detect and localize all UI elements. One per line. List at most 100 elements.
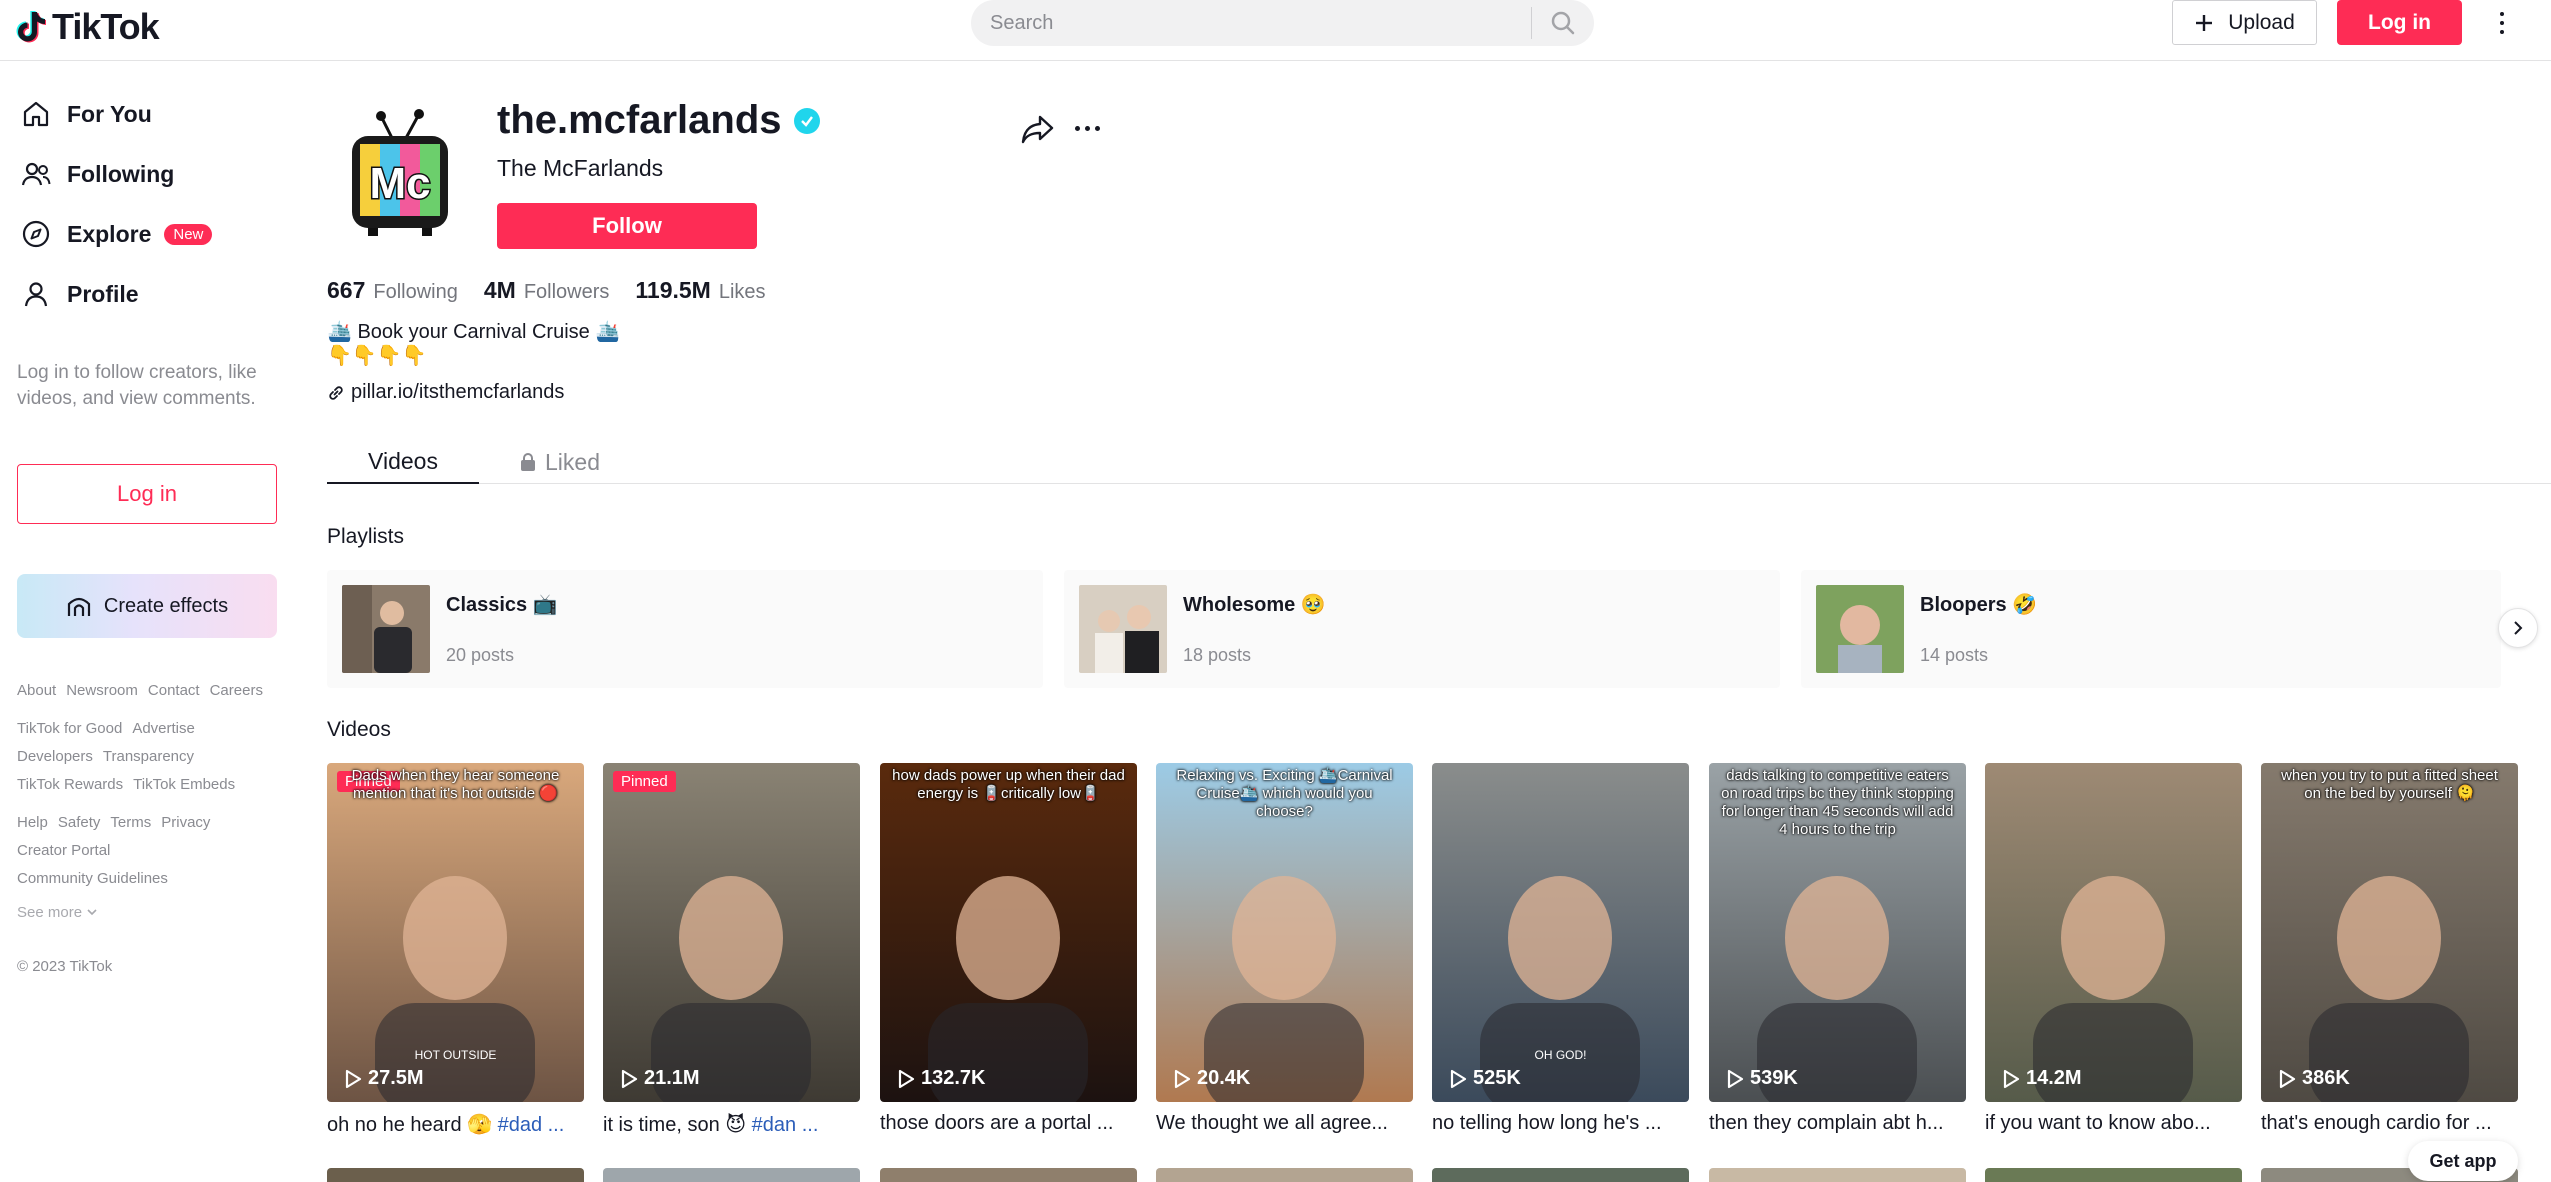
create-effects-button[interactable]: Create effects <box>17 574 277 638</box>
video-caption[interactable]: it is time, son 😈 #dan ... <box>603 1112 860 1137</box>
video-caption[interactable]: We thought we all agree... <box>1156 1112 1413 1135</box>
footer-link[interactable]: TikTok for Good <box>17 720 122 737</box>
tab-liked[interactable]: Liked <box>519 440 600 484</box>
sidebar: For You Following Explore New Profile Lo… <box>0 62 300 1180</box>
video-thumbnail[interactable]: Pinned Dads when they hear someone mentio… <box>327 763 584 1102</box>
more-menu-icon[interactable] <box>2490 8 2514 38</box>
bio-line: 👇👇👇👇 <box>327 345 427 367</box>
video-thumbnail[interactable]: Pinned 21.1M <box>603 763 860 1102</box>
hashtag-link[interactable]: #dan ... <box>752 1114 819 1136</box>
footer-link[interactable]: About <box>17 682 56 699</box>
view-count: 21.1M <box>620 1067 700 1090</box>
upload-button[interactable]: Upload <box>2172 0 2317 45</box>
playlist-next-button[interactable] <box>2498 608 2538 648</box>
tiktok-note-icon <box>16 11 46 43</box>
follow-button[interactable]: Follow <box>497 203 757 249</box>
hashtag-link[interactable]: #dad ... <box>498 1114 565 1136</box>
caption-text: oh no he heard 🫣 <box>327 1114 498 1136</box>
following-icon <box>20 158 52 190</box>
footer-links-row: Community Guidelines <box>17 870 168 887</box>
video-card[interactable]: dads talking to competitive eaters on ro… <box>1709 763 1966 1135</box>
footer-links-row: Creator Portal <box>17 842 110 859</box>
playlist-card-bloopers[interactable]: Bloopers 🤣 14 posts <box>1801 570 2501 688</box>
video-caption[interactable]: that's enough cardio for ... <box>2261 1112 2518 1135</box>
video-card[interactable]: Pinned 21.1M it is time, son 😈 #dan ... <box>603 763 860 1137</box>
sidebar-item-profile[interactable]: Profile <box>20 274 139 314</box>
video-card[interactable]: when you try to put a fitted sheet on th… <box>2261 763 2518 1135</box>
stat-following[interactable]: 667 Following <box>327 277 458 304</box>
tiktok-logo[interactable]: TikTok <box>16 6 160 48</box>
sidebar-item-following[interactable]: Following <box>20 154 174 194</box>
footer-link[interactable]: Contact <box>148 682 200 699</box>
video-caption[interactable]: no telling how long he's ... <box>1432 1112 1689 1135</box>
logo-text: TikTok <box>52 6 160 47</box>
footer-links-row: About Newsroom Contact Careers <box>17 682 263 699</box>
video-card[interactable]: 14.2M if you want to know abo... <box>1985 763 2242 1135</box>
footer-link[interactable]: Safety <box>58 814 101 831</box>
chevron-down-icon <box>87 909 97 916</box>
sidebar-item-explore[interactable]: Explore New <box>20 214 213 254</box>
footer-link[interactable]: Creator Portal <box>17 842 110 859</box>
home-icon <box>20 98 52 130</box>
video-thumbnail[interactable]: OH GOD! 525K <box>1432 763 1689 1102</box>
stat-value: 667 <box>327 277 366 303</box>
playlists-heading: Playlists <box>327 525 405 548</box>
video-caption[interactable]: those doors are a portal ... <box>880 1112 1137 1135</box>
compass-icon <box>20 218 52 250</box>
bio-link[interactable]: pillar.io/itsthemcfarlands <box>327 381 564 404</box>
footer-link[interactable]: Terms <box>110 814 151 831</box>
footer-link[interactable]: Transparency <box>103 748 194 765</box>
footer-link[interactable]: TikTok Embeds <box>133 776 235 793</box>
video-figure <box>2033 876 2193 1102</box>
plus-icon <box>2196 14 2213 31</box>
see-more-toggle[interactable]: See more <box>17 904 98 921</box>
video-card[interactable]: Relaxing vs. Exciting 🛳️Carnival Cruise🛳… <box>1156 763 1413 1135</box>
footer-link[interactable]: Privacy <box>161 814 210 831</box>
footer-link[interactable]: Newsroom <box>66 682 138 699</box>
caption-text: it is time, son 😈 <box>603 1114 752 1136</box>
video-figure <box>2309 876 2469 1102</box>
footer-link[interactable]: Help <box>17 814 48 831</box>
footer-link[interactable]: Community Guidelines <box>17 870 168 887</box>
view-count-value: 27.5M <box>368 1067 424 1089</box>
search-icon <box>1551 11 1575 35</box>
video-card[interactable]: how dads power up when their dad energy … <box>880 763 1137 1135</box>
video-card[interactable]: OH GOD! 525K no telling how long he's ... <box>1432 763 1689 1135</box>
share-icon[interactable] <box>1020 112 1056 146</box>
video-caption[interactable]: then they complain abt h... <box>1709 1112 1966 1135</box>
sidebar-login-button[interactable]: Log in <box>17 464 277 524</box>
video-card[interactable]: Pinned Dads when they hear someone mentio… <box>327 763 584 1137</box>
header-login-button[interactable]: Log in <box>2337 0 2462 45</box>
search-button[interactable] <box>1532 0 1594 46</box>
video-caption[interactable]: if you want to know abo... <box>1985 1112 2242 1135</box>
play-icon <box>898 1069 915 1088</box>
video-figure <box>928 876 1088 1102</box>
tab-videos[interactable]: Videos <box>327 440 479 484</box>
tab-liked-label: Liked <box>545 448 600 475</box>
search-input[interactable] <box>971 0 1531 46</box>
playlist-name: Bloopers 🤣 <box>1920 594 2038 616</box>
profile-more-icon[interactable] <box>1075 118 1107 138</box>
video-caption-overlay: HOT OUTSIDE <box>414 1048 497 1062</box>
get-app-button[interactable]: Get app <box>2408 1141 2518 1181</box>
footer-link[interactable]: Developers <box>17 748 93 765</box>
video-thumbnail[interactable]: when you try to put a fitted sheet on th… <box>2261 763 2518 1102</box>
username-text: the.mcfarlands <box>497 98 782 142</box>
video-thumbnail[interactable]: dads talking to competitive eaters on ro… <box>1709 763 1966 1102</box>
stat-followers[interactable]: 4M Followers <box>484 277 610 304</box>
playlist-card-wholesome[interactable]: Wholesome 🥹 18 posts <box>1064 570 1780 688</box>
view-count-value: 525K <box>1473 1067 1521 1089</box>
video-thumbnail[interactable]: how dads power up when their dad energy … <box>880 763 1137 1102</box>
footer-link[interactable]: Careers <box>210 682 263 699</box>
playlist-card-classics[interactable]: Classics 📺 20 posts <box>327 570 1043 688</box>
profile-display-name: The McFarlands <box>497 155 664 181</box>
video-caption[interactable]: oh no he heard 🫣 #dad ... <box>327 1112 584 1137</box>
footer-link[interactable]: Advertise <box>132 720 195 737</box>
video-thumbnail[interactable]: Relaxing vs. Exciting 🛳️Carnival Cruise🛳… <box>1156 763 1413 1102</box>
footer-link[interactable]: TikTok Rewards <box>17 776 123 793</box>
playlist-thumbnail <box>342 585 430 673</box>
sidebar-item-for-you[interactable]: For You <box>20 94 152 134</box>
view-count: 539K <box>1726 1067 1798 1090</box>
play-icon <box>2003 1069 2020 1088</box>
video-thumbnail[interactable]: 14.2M <box>1985 763 2242 1102</box>
